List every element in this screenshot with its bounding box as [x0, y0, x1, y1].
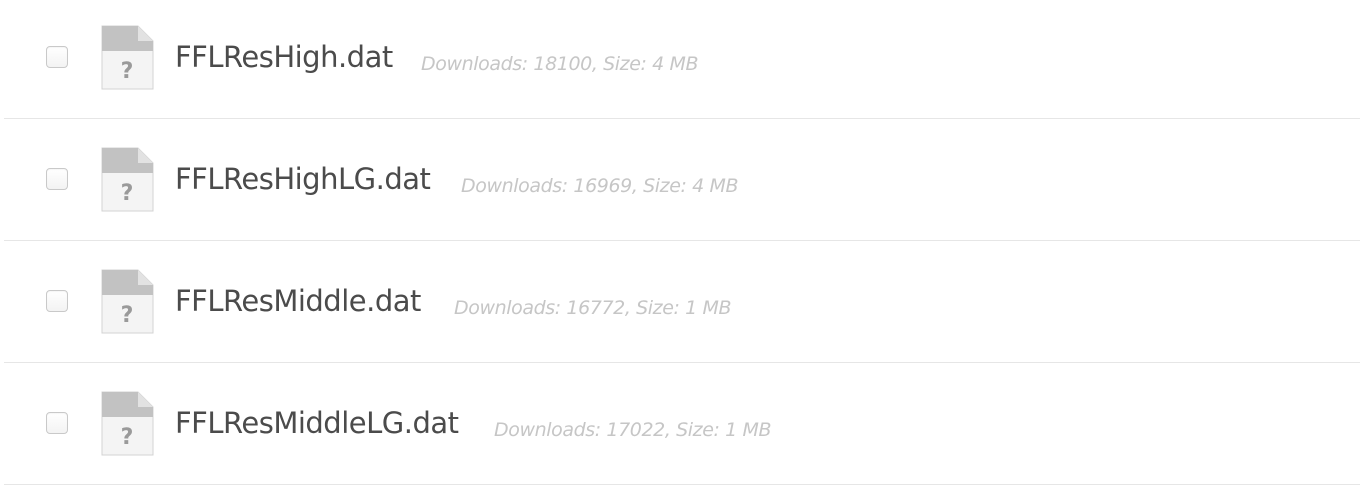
file-meta: Downloads: 16969, Size: 4 MB [461, 175, 739, 197]
file-row: ? FFLResMiddle.dat Downloads: 16772, Siz… [4, 241, 1360, 363]
file-meta: Downloads: 18100, Size: 4 MB [421, 53, 699, 75]
file-name[interactable]: FFLResHigh.dat [175, 40, 393, 74]
select-file-checkbox[interactable] [46, 290, 68, 312]
file-row: ? FFLResHighLG.dat Downloads: 16969, Siz… [4, 119, 1360, 241]
unknown-file-icon[interactable]: ? [100, 25, 154, 91]
file-meta: Downloads: 17022, Size: 1 MB [494, 419, 772, 441]
file-meta: Downloads: 16772, Size: 1 MB [454, 297, 732, 319]
file-row: ? FFLResMiddleLG.dat Downloads: 17022, S… [4, 363, 1360, 485]
file-name[interactable]: FFLResHighLG.dat [175, 162, 431, 196]
select-file-checkbox[interactable] [46, 168, 68, 190]
unknown-file-icon[interactable]: ? [100, 391, 154, 457]
select-file-checkbox[interactable] [46, 412, 68, 434]
svg-text:?: ? [121, 181, 134, 206]
file-row: ? FFLResHigh.dat Downloads: 18100, Size:… [4, 0, 1360, 119]
unknown-file-icon[interactable]: ? [100, 147, 154, 213]
file-list: ? FFLResHigh.dat Downloads: 18100, Size:… [0, 0, 1360, 496]
file-name[interactable]: FFLResMiddleLG.dat [175, 406, 459, 440]
unknown-file-icon[interactable]: ? [100, 269, 154, 335]
svg-text:?: ? [121, 425, 134, 450]
svg-text:?: ? [121, 303, 134, 328]
select-file-checkbox[interactable] [46, 46, 68, 68]
file-name[interactable]: FFLResMiddle.dat [175, 284, 421, 318]
svg-text:?: ? [121, 59, 134, 84]
